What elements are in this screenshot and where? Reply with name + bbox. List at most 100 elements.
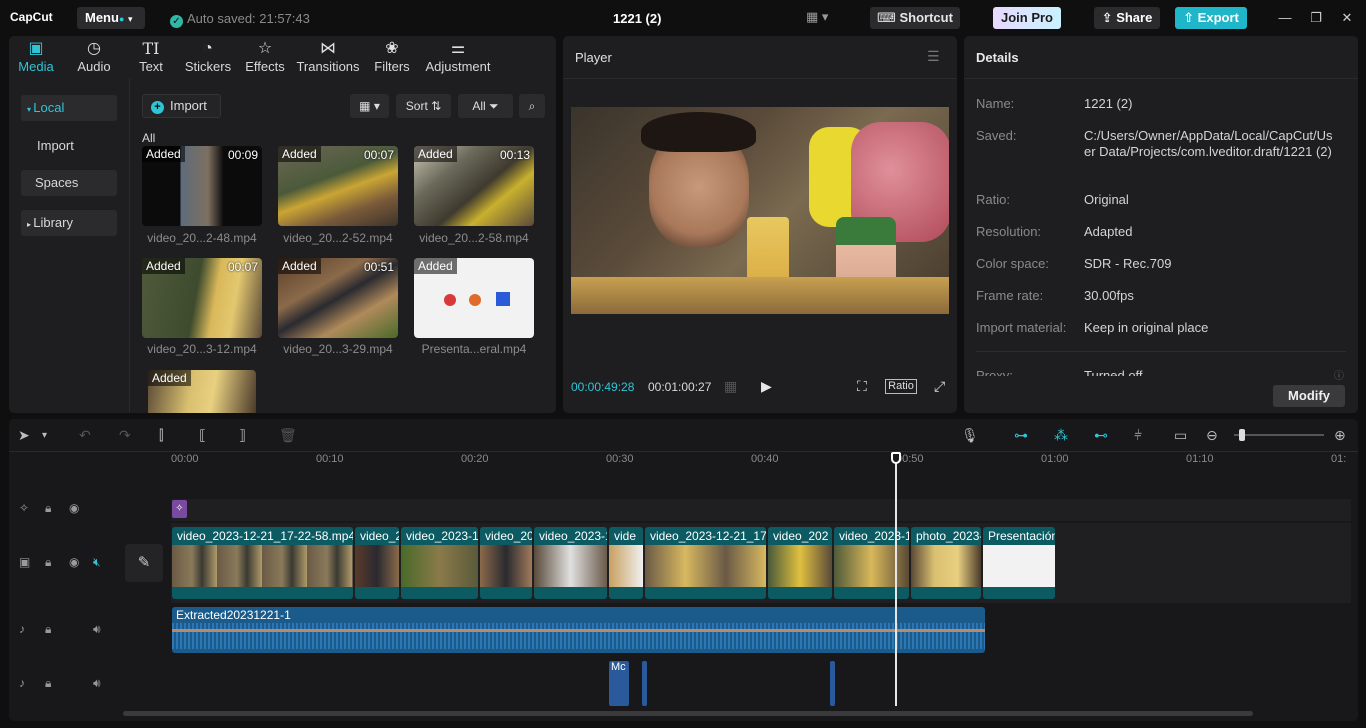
lock-icon[interactable]: 🔒︎ — [45, 501, 51, 516]
delete-icon[interactable]: 🗑 — [279, 427, 297, 444]
audio-clip[interactable]: Extracted20231221-1 — [172, 607, 985, 653]
tab-text[interactable]: TI Text — [135, 39, 167, 74]
tab-effects[interactable]: ☆ Effects — [244, 39, 286, 74]
media-thumbnail[interactable]: Added — [148, 370, 256, 413]
small-audio-clip[interactable]: Mc — [609, 661, 629, 706]
media-thumbnail[interactable]: Added — [414, 258, 534, 338]
chevron-down-icon[interactable]: ▾ — [42, 430, 47, 441]
sidebar-item-spaces[interactable]: Spaces — [21, 170, 117, 196]
filter-button[interactable]: All ⏷ — [458, 94, 513, 118]
mute-audio-icon[interactable]: 🔇︎ — [93, 555, 101, 570]
zoom-in-icon[interactable]: ⊕ — [1334, 427, 1346, 444]
video-clip[interactable]: video_2 — [355, 527, 399, 599]
video-track-icon: ▣ — [19, 555, 31, 569]
effect-clip[interactable]: ✧ — [172, 500, 187, 518]
ruler-tick: 00:20 — [461, 453, 489, 465]
export-button[interactable]: ⇧ Export — [1175, 7, 1247, 29]
media-thumbnail[interactable]: Added 00:07 — [142, 258, 262, 338]
tab-audio[interactable]: ◷ Audio — [75, 39, 113, 74]
clip-filmstrip — [834, 545, 909, 587]
microphone-icon[interactable]: 🎙 — [961, 427, 979, 444]
duration-label: 00:07 — [363, 148, 394, 162]
tab-stickers[interactable]: ◔ Stickers — [184, 39, 232, 74]
join-pro-button[interactable]: Join Pro — [993, 7, 1061, 29]
lock-icon[interactable]: 🔒︎ — [45, 555, 51, 570]
layout-icon[interactable]: ▦ ▾ — [806, 9, 840, 27]
detail-value: Keep in original place — [1084, 320, 1209, 335]
play-button[interactable]: ▶ — [761, 378, 772, 395]
zoom-out-icon[interactable]: ⊖ — [1206, 427, 1218, 444]
search-button[interactable]: ⌕ — [519, 94, 545, 118]
fullscreen-icon[interactable]: ⤢ — [934, 378, 945, 395]
close-icon[interactable]: ✕ — [1337, 8, 1357, 28]
media-thumbnail[interactable]: Added 00:07 — [278, 146, 398, 226]
video-preview[interactable] — [571, 107, 949, 314]
zoom-slider[interactable] — [1234, 434, 1324, 436]
sidebar-item-local[interactable]: ▾ Local — [21, 95, 117, 121]
small-audio-clip[interactable] — [642, 661, 647, 706]
time-ruler[interactable]: 00:00 00:10 00:20 00:30 00:40 00:50 01:0… — [171, 453, 1351, 471]
tab-transitions[interactable]: ⋈ Transitions — [296, 39, 360, 74]
ratio-button[interactable]: Ratio — [885, 379, 917, 394]
video-clip[interactable]: video_2023-1 — [834, 527, 909, 599]
info-icon[interactable]: ⓘ — [1334, 367, 1344, 382]
linkage-icon[interactable]: ⊷ — [1094, 427, 1108, 444]
playhead-handle[interactable] — [891, 452, 901, 464]
modify-button[interactable]: Modify — [1273, 385, 1345, 407]
video-clip[interactable]: video_2023-1 — [401, 527, 478, 599]
shortcut-button[interactable]: ⌨ Shortcut — [870, 7, 960, 29]
tab-media[interactable]: ▣ Media — [17, 39, 55, 74]
small-audio-clip[interactable] — [830, 661, 835, 706]
minimize-icon[interactable]: — — [1275, 8, 1295, 28]
view-mode-button[interactable]: ▦ ▾ — [350, 94, 389, 118]
menu-button[interactable]: Menu● ▾ — [77, 7, 145, 29]
clip-filmstrip — [911, 545, 981, 587]
eye-icon[interactable]: ◉ — [69, 501, 79, 515]
video-clip[interactable]: Presentación — [983, 527, 1055, 599]
undo-icon[interactable]: ↶ — [79, 427, 91, 444]
timeline-grid-icon[interactable]: ▦ — [724, 378, 737, 395]
lock-icon[interactable]: 🔒︎ — [45, 622, 51, 637]
playhead[interactable] — [895, 454, 897, 706]
sidebar-item-library[interactable]: ▸ Library — [21, 210, 117, 236]
sidebar-item-import[interactable]: Import — [21, 133, 117, 159]
zoom-slider-handle[interactable] — [1239, 429, 1245, 441]
maximize-icon[interactable]: ❐ — [1306, 8, 1326, 28]
media-thumbnail[interactable]: Added 00:51 — [278, 258, 398, 338]
video-clip[interactable]: video_202 — [768, 527, 832, 599]
tab-adjustment[interactable]: ⚌ Adjustment — [423, 39, 493, 74]
eye-icon[interactable]: ◉ — [69, 555, 79, 569]
video-clip[interactable]: video_2023-1 — [534, 527, 607, 599]
thumbnail-toggle-icon[interactable]: ▭ — [1174, 427, 1187, 444]
split-right-icon[interactable]: ⟧ — [239, 427, 246, 444]
media-thumbnail[interactable]: Added 00:13 — [414, 146, 534, 226]
split-icon[interactable]: ⫿ — [159, 427, 163, 444]
audio-icon: ◷ — [87, 40, 101, 57]
video-clip[interactable]: video_2023-12-21_17- — [645, 527, 766, 599]
video-track-controls: ▣ 🔒︎ ◉ 🔇︎ — [19, 555, 119, 575]
auto-snap-icon[interactable]: ⁂ — [1054, 427, 1068, 444]
tab-filters[interactable]: ❀ Filters — [372, 39, 412, 74]
fit-screen-icon[interactable]: ⛶ — [857, 378, 867, 395]
media-thumbnail[interactable]: Added 00:09 — [142, 146, 262, 226]
import-button[interactable]: + Import — [142, 94, 221, 118]
video-clip[interactable]: video_2023-12-21_17-22-58.mp4 — [172, 527, 353, 599]
lock-icon[interactable]: 🔒︎ — [45, 676, 51, 691]
clip-filmstrip — [480, 545, 532, 587]
hamburger-menu-icon[interactable]: ☰ — [927, 48, 940, 65]
redo-icon[interactable]: ↷ — [119, 427, 131, 444]
video-clip[interactable]: video_20 — [480, 527, 532, 599]
share-button[interactable]: ⇪ Share — [1094, 7, 1160, 29]
horizontal-scrollbar[interactable] — [123, 711, 1253, 716]
video-clip[interactable]: vide — [609, 527, 643, 599]
edit-cover-button[interactable]: ✎ — [125, 544, 163, 582]
preview-axis-icon[interactable]: ⫩ — [1134, 427, 1142, 444]
media-filename: video_20...3-12.mp4 — [147, 342, 257, 356]
video-clip[interactable]: photo_2023- — [911, 527, 981, 599]
main-track-magnet-icon[interactable]: ⊶ — [1014, 427, 1028, 444]
speaker-icon[interactable]: 🔊︎ — [93, 676, 101, 691]
split-left-icon[interactable]: ⟦ — [199, 427, 206, 444]
sort-button[interactable]: Sort ⇅ — [396, 94, 451, 118]
select-cursor-icon[interactable]: ➤ — [18, 427, 30, 444]
speaker-icon[interactable]: 🔊︎ — [93, 622, 101, 637]
